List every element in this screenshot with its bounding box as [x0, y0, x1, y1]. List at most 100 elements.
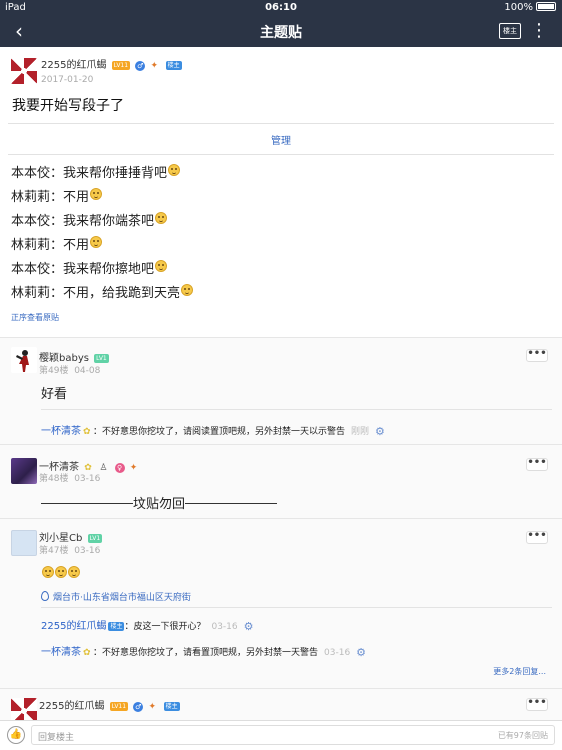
sub-reply-time: 03-16 [211, 622, 238, 632]
author-name[interactable]: 2255的红爪蝎 [41, 60, 106, 71]
divider [0, 337, 562, 338]
post-line: 林莉莉：不用，给我跪到天亮 [11, 282, 194, 301]
reply-count: 已有97条回贴 [497, 731, 548, 740]
more-replies-link[interactable]: 更多2条回复... [493, 666, 546, 677]
reply-author: 2255的红爪蝎 LV11 ♂ ✦ 楼主 [39, 697, 180, 712]
male-icon: ♂ [133, 702, 144, 712]
reply-meta: 第48楼 03-16 [39, 474, 101, 484]
location[interactable]: 烟台市·山东省烟台市福山区天府街 [41, 590, 191, 603]
reply-item: 樱颖babys LV1 第49楼 04-08 ••• 好看 一杯清茶 ✿ ：不好意思… [0, 337, 562, 444]
reply-emojis [41, 566, 80, 583]
reply-content: 坟贴勿回 [41, 493, 278, 512]
settings-icon[interactable]: ⚙ [375, 425, 385, 438]
reply-author: 樱颖babys LV1 [39, 349, 109, 364]
sub-reply: 一杯清茶 ✿ ：不好意思你挖坟了，请看置顶吧规，另外封禁一天警告 03-16 ⚙ [41, 643, 366, 659]
divider [8, 123, 554, 124]
reply-meta: 第47楼 03-16 [39, 546, 101, 556]
flower-icon: ✿ [83, 648, 91, 658]
smile-emoji-icon [168, 164, 181, 176]
sub-reply: 一杯清茶 ✿ ：不好意思你挖坟了，请阅读置顶吧规，另外封禁一天以示警告 刚刚 ⚙ [41, 422, 385, 438]
divider-line [41, 503, 133, 504]
divider [41, 409, 552, 410]
page-title: 主题贴 [260, 25, 302, 41]
smile-emoji-icon [155, 260, 168, 272]
divider [0, 444, 562, 445]
post-title: 我要开始写段子了 [12, 98, 124, 114]
only-louzhu-button[interactable]: 楼主 [499, 23, 521, 39]
divider [41, 607, 552, 608]
louzhu-badge: 楼主 [165, 61, 182, 70]
bottom-bar: 👍 回复楼主 已有97条回贴 [0, 720, 562, 750]
reply-item: 刘小星Cb LV1 第47楼 03-16 ••• 烟台市·山东省烟台市福山区天府… [0, 518, 562, 688]
post-date: 2017-01-20 [41, 75, 94, 85]
post-line: 本本佼：我来帮你捶捶背吧 [11, 162, 181, 181]
level-badge: LV11 [109, 702, 129, 711]
reply-author: 刘小星Cb LV1 [39, 529, 103, 544]
sub-reply-time: 03-16 [324, 648, 351, 658]
status-bar: iPad 06:10 100% [0, 0, 562, 16]
divider [0, 518, 562, 519]
male-icon: ♂ [135, 61, 146, 71]
smile-emoji-icon [181, 284, 194, 296]
sub-reply-text: ：不好意思你挖坟了，请阅读置顶吧规，另外封禁一天以示警告 [93, 427, 346, 437]
reply-more-button[interactable]: ••• [526, 458, 548, 471]
reply-more-button[interactable]: ••• [526, 349, 548, 362]
louzhu-badge: 楼主 [108, 622, 125, 631]
avatar[interactable] [11, 458, 37, 484]
smile-emoji-icon [155, 212, 168, 224]
reply-more-button[interactable]: ••• [526, 698, 548, 711]
medal-icon: ✦ [150, 61, 158, 71]
manage-button[interactable]: 管理 [0, 132, 562, 147]
laugh-emoji-icon [68, 566, 80, 578]
laugh-emoji-icon [42, 566, 54, 578]
smile-emoji-icon [90, 188, 103, 200]
sub-reply-user[interactable]: 2255的红爪蝎 [41, 621, 106, 632]
settings-icon[interactable]: ⚙ [356, 646, 366, 659]
avatar[interactable] [11, 530, 37, 556]
louzhu-badge: 楼主 [163, 702, 180, 711]
reply-item: 2255的红爪蝎 LV11 ♂ ✦ 楼主 ••• [0, 688, 562, 720]
sub-reply-text: ：不好意思你挖坟了，请看置顶吧规，另外封禁一天警告 [93, 648, 319, 658]
user-icon: ♙ [99, 463, 108, 473]
like-icon[interactable]: 👍 [7, 726, 25, 744]
sub-reply: 2255的红爪蝎 楼主 ：皮这一下很开心？ 03-16 ⚙ [41, 617, 254, 633]
location-pin-icon [41, 591, 49, 601]
settings-icon[interactable]: ⚙ [244, 620, 254, 633]
divider-line [185, 503, 278, 504]
battery-status: 100% [504, 2, 556, 13]
view-original-link[interactable]: 正序查看原贴 [11, 312, 59, 323]
post-line: 本本佼：我来帮你端茶吧 [11, 210, 168, 229]
divider [0, 688, 562, 689]
main-post: 2255的红爪蝎 LV11 ♂ ✦ 楼主 2017-01-20 我要开始写段子了… [0, 47, 562, 337]
medal-icon: ✦ [129, 463, 138, 473]
reply-meta: 第49楼 04-08 [39, 366, 101, 376]
avatar[interactable] [11, 698, 37, 720]
reply-more-button[interactable]: ••• [526, 531, 548, 544]
reply-input[interactable]: 回复楼主 [31, 725, 555, 745]
more-icon[interactable]: ⋮ [530, 19, 548, 43]
level-badge: LV1 [87, 534, 103, 543]
level-badge: LV11 [111, 61, 131, 70]
medal-icon: ✦ [148, 702, 156, 712]
clock: 06:10 [265, 2, 297, 13]
female-icon: ♀ [114, 463, 125, 473]
level-badge: LV1 [94, 354, 109, 363]
divider [8, 154, 554, 155]
battery-icon [536, 2, 556, 11]
battery-percent: 100% [504, 2, 533, 13]
nav-bar: ‹ 主题贴 楼主 ⋮ [0, 16, 562, 47]
sub-reply-user[interactable]: 一杯清茶 [41, 647, 81, 658]
sub-reply-text: ：皮这一下很开心？ [124, 622, 206, 632]
author-name[interactable]: 2255的红爪蝎 [39, 701, 104, 712]
laugh-emoji-icon [55, 566, 67, 578]
post-line: 林莉莉：不用 [11, 234, 103, 253]
sub-reply-user[interactable]: 一杯清茶 [41, 426, 81, 437]
avatar[interactable] [11, 347, 37, 373]
post-line: 林莉莉：不用 [11, 186, 103, 205]
post-line: 本本佼：我来帮你擦地吧 [11, 258, 168, 277]
reply-content: 好看 [41, 387, 68, 402]
smile-emoji-icon [90, 236, 103, 248]
reply-item: 一杯清茶 ✿ ♙ ♀ ✦ 第48楼 03-16 ••• 坟贴勿回 [0, 444, 562, 518]
avatar[interactable] [11, 58, 37, 84]
sub-reply-time: 刚刚 [351, 427, 370, 437]
